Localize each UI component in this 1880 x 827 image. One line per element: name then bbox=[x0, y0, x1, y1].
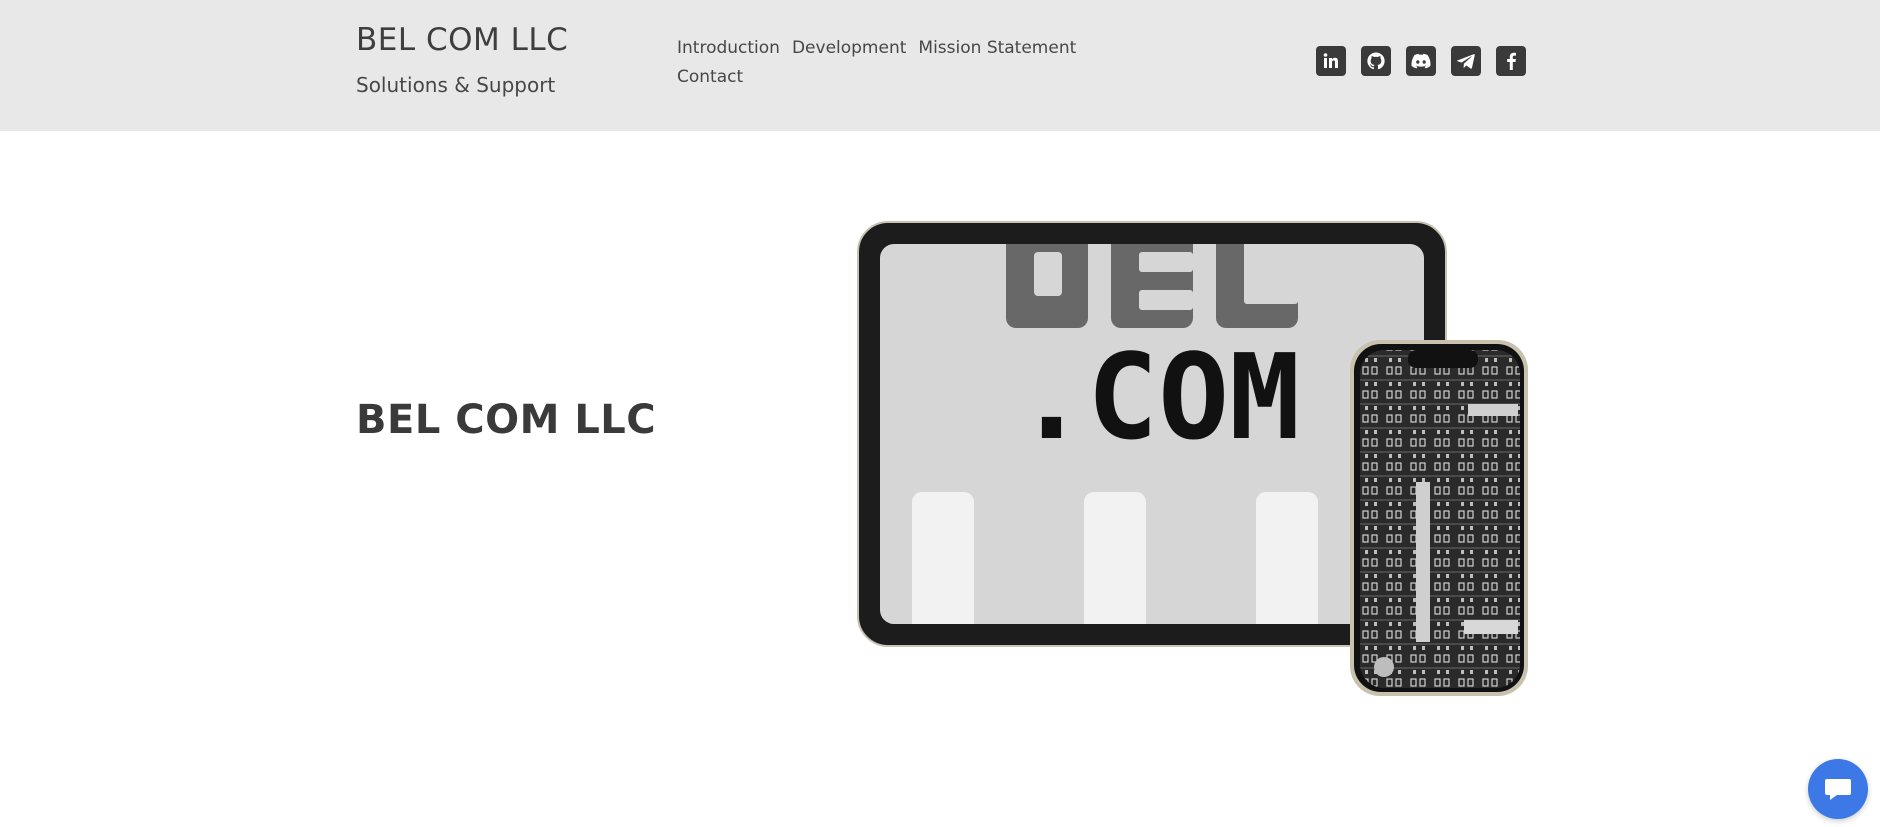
linkedin-icon[interactable] bbox=[1316, 46, 1346, 76]
chat-widget-button[interactable] bbox=[1808, 759, 1868, 819]
chat-bubble-icon bbox=[1825, 779, 1851, 800]
nav-item-introduction[interactable]: Introduction bbox=[677, 34, 780, 63]
discord-icon[interactable] bbox=[1406, 46, 1436, 76]
brand-title[interactable]: BEL COM LLC bbox=[356, 22, 568, 58]
device-mockup-image: .COM bbox=[857, 221, 1528, 696]
nav-item-mission-statement[interactable]: Mission Statement bbox=[918, 34, 1076, 63]
telegram-icon[interactable] bbox=[1451, 46, 1481, 76]
site-header: BEL COM LLC Solutions & Support Introduc… bbox=[0, 0, 1880, 131]
nav-item-contact[interactable]: Contact bbox=[677, 63, 743, 92]
github-icon[interactable] bbox=[1361, 46, 1391, 76]
brand-tagline: Solutions & Support bbox=[356, 73, 556, 97]
nav-item-development[interactable]: Development bbox=[792, 34, 906, 63]
facebook-icon[interactable] bbox=[1496, 46, 1526, 76]
tablet-screen-text: .COM bbox=[1016, 328, 1300, 466]
main-nav: Introduction Development Mission Statement… bbox=[677, 34, 1097, 92]
hero-title: BEL COM LLC bbox=[356, 397, 657, 443]
